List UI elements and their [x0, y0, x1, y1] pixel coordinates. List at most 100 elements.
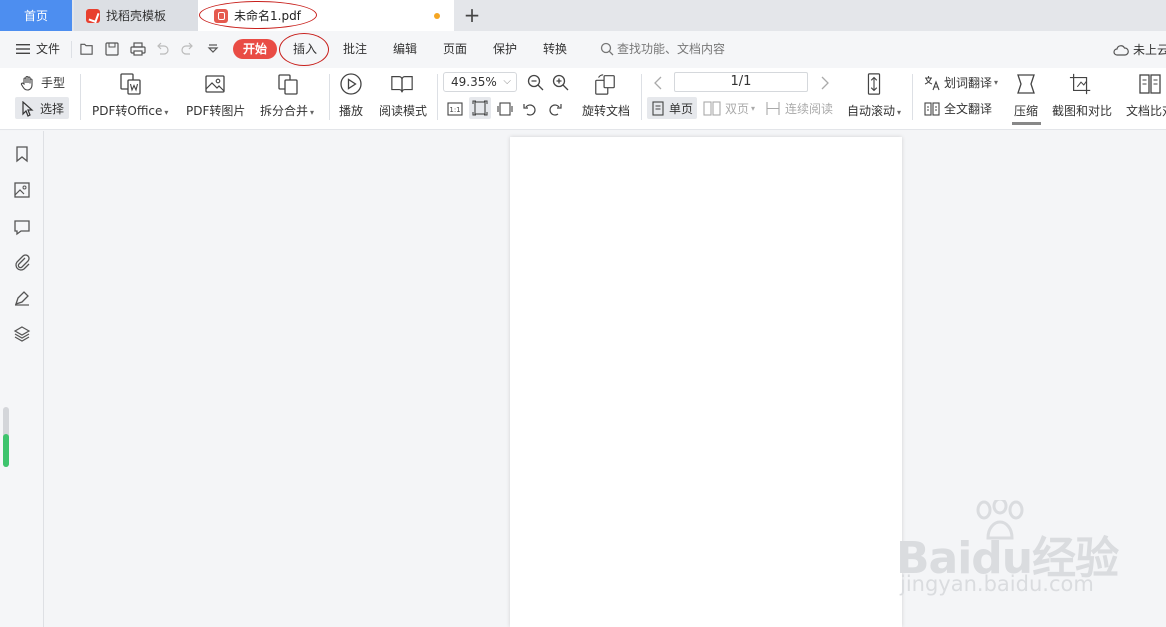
watermark-url: jingyan.baidu.com	[900, 572, 1094, 596]
play-button[interactable]: 播放	[339, 102, 363, 119]
ribbon-toolbar: 手型 选择 PDF转Office ▾ PDF转图片 拆分合并 ▾ 播放 阅读模式 4…	[0, 68, 1166, 130]
divider	[641, 74, 642, 120]
single-page-content: 单页	[651, 100, 693, 117]
screenshot-compare-icon[interactable]	[1069, 72, 1093, 96]
docer-logo-icon	[86, 8, 100, 23]
screenshot-compare-button[interactable]: 截图和对比	[1052, 102, 1112, 119]
tab-convert[interactable]: 转换	[543, 40, 567, 57]
attachment-icon[interactable]	[13, 253, 31, 271]
double-page-label: 双页	[725, 102, 750, 116]
continuous-read-icon	[766, 102, 780, 115]
divider	[437, 74, 438, 120]
previous-page-icon[interactable]	[653, 76, 663, 90]
thumbnail-icon[interactable]	[13, 181, 31, 199]
compress-active-indicator	[1012, 122, 1041, 125]
rotate-document-button[interactable]: 旋转文档	[582, 102, 630, 119]
auto-scroll-icon[interactable]	[862, 72, 886, 96]
fit-width-icon[interactable]	[497, 101, 513, 117]
word-translate-label: 划词翻译	[944, 76, 993, 90]
file-menu[interactable]: 文件	[16, 40, 60, 57]
tab-page[interactable]: 页面	[443, 40, 467, 57]
word-translate-button[interactable]: 划词翻译 ▾	[924, 74, 998, 91]
split-merge-button[interactable]: 拆分合并 ▾	[260, 102, 314, 119]
pdf-to-office-icon[interactable]	[118, 72, 142, 96]
single-page-icon	[652, 101, 664, 116]
divider	[80, 74, 81, 120]
pdf-page[interactable]	[510, 137, 902, 627]
menu-bar: 文件 开始 插入 批注 编辑 页面 保护 转换 查找功能、文档内容 未上云	[0, 31, 1166, 68]
chevron-down-icon: ▾	[751, 104, 756, 113]
zoom-out-icon[interactable]	[527, 74, 544, 91]
search-box[interactable]: 查找功能、文档内容	[600, 40, 725, 57]
divider	[71, 41, 72, 58]
open-folder-icon[interactable]	[80, 42, 94, 56]
continuous-read-label: 连续阅读	[785, 102, 834, 116]
comment-icon[interactable]	[13, 218, 31, 236]
rotate-left-icon[interactable]	[522, 101, 538, 117]
cloud-status[interactable]: 未上云	[1113, 41, 1166, 58]
book-icon[interactable]	[390, 72, 414, 96]
left-sidebar	[0, 131, 44, 627]
double-page-icon	[703, 101, 721, 116]
compress-button[interactable]: 压缩	[1014, 102, 1038, 119]
tab-home[interactable]: 首页	[0, 0, 72, 31]
rotate-right-icon[interactable]	[547, 101, 563, 117]
tab-edit[interactable]: 编辑	[393, 40, 417, 57]
redo-icon[interactable]	[181, 42, 195, 56]
cursor-arrow-icon	[22, 100, 34, 117]
chevron-down-icon: ▾	[897, 108, 902, 117]
signature-icon[interactable]	[13, 289, 31, 307]
split-merge-icon[interactable]	[276, 72, 300, 96]
select-tool-label: 选择	[40, 102, 65, 116]
zoom-in-icon[interactable]	[552, 74, 569, 91]
rotate-document-icon[interactable]	[593, 72, 617, 96]
undo-icon[interactable]	[155, 42, 169, 56]
pdf-to-image-button[interactable]: PDF转图片	[186, 102, 245, 119]
divider	[329, 74, 330, 120]
auto-scroll-button[interactable]: 自动滚动 ▾	[847, 102, 901, 119]
read-mode-button[interactable]: 阅读模式	[379, 102, 427, 119]
double-page-button[interactable]: 双页 ▾	[703, 100, 755, 117]
tab-start[interactable]: 开始	[233, 39, 277, 59]
print-icon[interactable]	[130, 42, 146, 56]
play-icon[interactable]	[339, 72, 363, 96]
hand-icon	[20, 75, 33, 91]
annotation-circle-insert-tab	[279, 33, 329, 66]
full-translate-label: 全文翻译	[944, 102, 993, 116]
save-icon[interactable]	[105, 42, 119, 56]
actual-size-icon[interactable]: 1:1	[447, 101, 463, 117]
zoom-select[interactable]: 49.35% ⌵	[443, 72, 517, 92]
sidebar-scrollbar-thumb[interactable]	[3, 434, 9, 467]
auto-scroll-label: 自动滚动	[847, 104, 896, 118]
cloud-icon	[1113, 44, 1129, 56]
document-compare-button[interactable]: 文档比对	[1126, 102, 1166, 119]
pdf-to-office-button[interactable]: PDF转Office ▾	[92, 102, 168, 119]
bookmark-icon[interactable]	[13, 145, 31, 163]
page-number-input[interactable]: 1/1	[674, 72, 808, 92]
tab-protect[interactable]: 保护	[493, 40, 517, 57]
full-translate-icon	[924, 101, 940, 116]
search-placeholder: 查找功能、文档内容	[617, 42, 726, 56]
hand-tool-label: 手型	[41, 76, 66, 90]
tab-bar: 首页 找稻壳模板 未命名1.pdf +	[0, 0, 1166, 31]
new-tab-button[interactable]: +	[460, 3, 484, 27]
next-page-icon[interactable]	[820, 76, 830, 90]
hand-tool-button[interactable]: 手型	[20, 74, 65, 91]
hamburger-menu-icon	[16, 43, 30, 54]
layers-icon[interactable]	[13, 325, 31, 343]
full-translate-button[interactable]: 全文翻译	[924, 100, 992, 117]
document-compare-icon[interactable]	[1138, 72, 1162, 96]
cloud-status-label: 未上云	[1133, 43, 1166, 57]
tab-annotate[interactable]: 批注	[343, 40, 367, 57]
compress-icon[interactable]	[1014, 72, 1038, 96]
file-menu-label: 文件	[36, 42, 61, 56]
tab-document[interactable]: 未命名1.pdf	[198, 0, 454, 31]
word-translate-icon	[924, 75, 940, 90]
tab-template-label: 找稻壳模板	[106, 9, 167, 23]
pdf-to-image-icon[interactable]	[203, 72, 227, 96]
split-merge-label: 拆分合并	[260, 104, 309, 118]
chevron-down-icon: ▾	[994, 78, 999, 87]
customize-dropdown-icon[interactable]	[206, 42, 220, 56]
tab-template-store[interactable]: 找稻壳模板	[74, 0, 198, 31]
continuous-read-button[interactable]: 连续阅读	[765, 100, 833, 117]
